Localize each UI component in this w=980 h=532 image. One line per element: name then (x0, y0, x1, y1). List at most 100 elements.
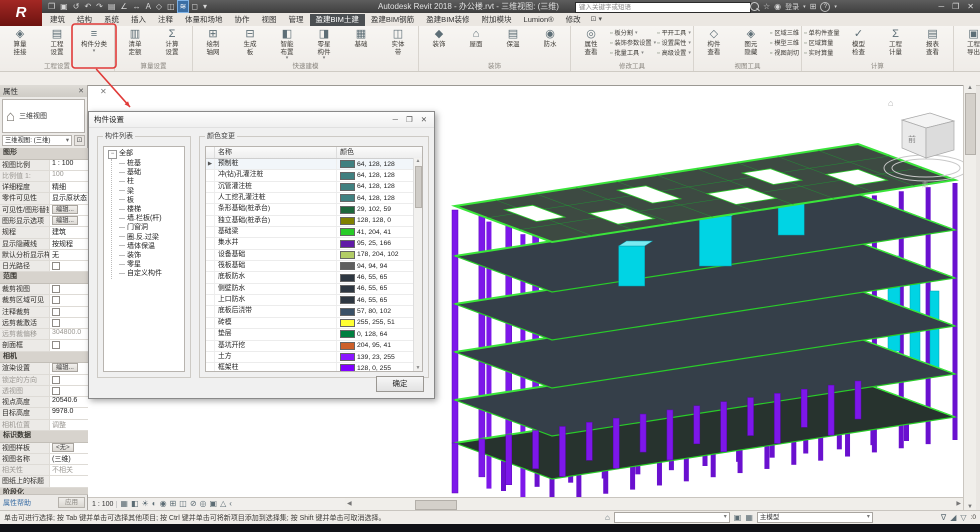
foundation-button[interactable]: ▦基础 (343, 27, 379, 49)
color-table-row[interactable]: 筏板基础94, 94, 94 (206, 261, 422, 272)
quantity-link-button[interactable]: ◈算量挂接 (2, 27, 38, 56)
checkbox[interactable] (52, 296, 60, 304)
tab-盈建BIM装修[interactable]: 盈建BIM装修 (420, 14, 475, 26)
close-button[interactable]: ✕ (967, 2, 974, 11)
color-table-row[interactable]: 独立基础(桩承台)128, 128, 0 (206, 216, 422, 227)
tab-盈建BIM钢筋[interactable]: 盈建BIM钢筋 (365, 14, 420, 26)
checkbox[interactable] (52, 376, 60, 384)
prop-value[interactable]: 20540.6 (50, 397, 88, 407)
view-section-item[interactable]: ▫视图剖切 (770, 49, 799, 58)
visual-style-icon[interactable]: ◧ (131, 498, 139, 510)
prop-value[interactable]: 9978.0 (50, 408, 88, 418)
dialog-minimize-icon[interactable]: ─ (393, 115, 398, 124)
print-icon[interactable]: ▤ (106, 1, 118, 12)
color-table-row[interactable]: 框架柱128, 0, 255 (206, 363, 422, 372)
prop-value[interactable] (50, 295, 88, 305)
edit-type-button[interactable]: ⊡ (74, 135, 85, 146)
tab-管理[interactable]: 管理 (283, 14, 310, 26)
press-drag-icon[interactable]: ◢ (950, 513, 956, 522)
qat-customize-icon[interactable]: ▾ (201, 1, 209, 12)
prop-value[interactable]: 按规程 (50, 239, 88, 249)
text-icon[interactable]: A (144, 1, 153, 12)
signin-caret-icon[interactable]: ▾ (803, 4, 806, 10)
redo-icon[interactable]: ↷ (94, 1, 105, 12)
checkbox[interactable] (52, 308, 60, 316)
undo-icon[interactable]: ↶ (82, 1, 93, 12)
design-option-select[interactable]: 主模型▾ (757, 512, 873, 523)
shadows-icon[interactable]: ◐ (152, 498, 157, 510)
vertical-scrollbar[interactable]: ▲ ▼ (963, 85, 976, 510)
editable-only-icon[interactable]: ▣ (734, 513, 742, 522)
help-caret-icon[interactable]: ▾ (834, 4, 837, 10)
model-check-button[interactable]: ✓模型检查 (841, 27, 877, 56)
tab-注释[interactable]: 注释 (152, 14, 179, 26)
edit-button[interactable]: <无> (52, 443, 74, 452)
exchange-apps-icon[interactable]: ⊞ (810, 2, 817, 11)
adv-settings-item[interactable]: ▫高级设置▾ (657, 49, 691, 58)
prop-value[interactable]: 建筑 (50, 227, 88, 237)
sync-icon[interactable]: ↺ (71, 1, 82, 12)
analytical-model-icon[interactable]: △ (220, 498, 226, 510)
ok-button[interactable]: 确定 (376, 376, 424, 392)
filter-icon[interactable]: ▽ (960, 513, 966, 522)
color-column-header[interactable]: 颜色 (337, 147, 422, 158)
draw-grid-button[interactable]: ⊞绘制轴网 (195, 27, 231, 56)
view-scale-button[interactable]: 1 : 100 (92, 501, 117, 508)
prop-value[interactable]: 编辑... (50, 205, 88, 215)
component-tree[interactable]: −全部桩基基础柱梁板楼梯墙.栏板(杆)门窗洞圈.反.过梁墙体保温装饰零星自定义构… (103, 146, 185, 372)
generate-slab-button[interactable]: ⊟生成板 (232, 27, 268, 56)
prop-value[interactable]: 显示原状态 (50, 193, 88, 203)
realtime-qty-item[interactable]: ▫实时算量 (804, 49, 839, 58)
section-icon[interactable]: ◫ (165, 1, 177, 12)
property-view-button[interactable]: ◎属性查看 (573, 27, 609, 56)
color-table-row[interactable]: 设备基础178, 204, 102 (206, 250, 422, 261)
dialog-close-icon[interactable]: ✕ (421, 115, 427, 124)
sun-path-icon[interactable]: ☀ (142, 498, 149, 510)
region-3d-item[interactable]: ▫区域三维 (770, 29, 799, 38)
checkbox[interactable] (52, 285, 60, 293)
star-icon[interactable]: ☆ (763, 2, 770, 11)
vertical-scroll-thumb[interactable] (965, 93, 976, 155)
color-table-row[interactable]: 基坑开挖204, 95, 41 (206, 341, 422, 352)
apply-button[interactable]: 应用 (58, 497, 85, 508)
prop-value[interactable]: 无 (50, 250, 88, 260)
scroll-right-icon[interactable]: ▶ (956, 500, 961, 507)
color-table-row[interactable]: 底板后浇带57, 80, 102 (206, 306, 422, 317)
close-hidden-windows-icon[interactable]: ◻ (189, 1, 200, 12)
save-icon[interactable]: ▣ (58, 1, 70, 12)
color-table-row[interactable]: 冲(钻)孔灌注桩64, 128, 128 (206, 170, 422, 181)
tree-item-零星[interactable]: 零星 (112, 260, 184, 269)
help-button[interactable]: ? (820, 2, 830, 12)
waterproof-button[interactable]: ◉防水 (532, 27, 568, 49)
tree-item-门窗洞[interactable]: 门窗洞 (112, 223, 184, 232)
tree-item-基础[interactable]: 基础 (112, 168, 184, 177)
signin-button[interactable]: 登录 (785, 2, 799, 12)
tree-item-板[interactable]: 板 (112, 196, 184, 205)
tab-修改[interactable]: 修改 (560, 14, 587, 26)
reveal-hidden-icon[interactable]: ◎ (200, 498, 207, 510)
table-scrollbar[interactable]: ▲▼ (413, 158, 422, 371)
decor-param-item[interactable]: ▫装饰参数设置▾ (610, 39, 656, 48)
project-settings-button[interactable]: ▤工程设置 (39, 27, 75, 56)
open-icon[interactable]: ❐ (46, 1, 57, 12)
project-calc-button[interactable]: Σ工程计量 (878, 27, 914, 56)
tree-item-楼梯[interactable]: 楼梯 (112, 205, 184, 214)
tab-视图[interactable]: 视图 (256, 14, 283, 26)
element-hide-button[interactable]: ◈图元隐藏 (733, 27, 769, 56)
insulation-button[interactable]: ▤保温 (495, 27, 531, 49)
prop-value[interactable]: <无> (50, 443, 88, 453)
user-icon[interactable]: ◉ (774, 2, 781, 11)
report-view-button[interactable]: ▤报表查看 (915, 27, 951, 56)
prop-value[interactable]: 调整 (50, 420, 88, 430)
ribbon-collapse-icon[interactable]: ⊡ ▾ (587, 14, 606, 26)
color-table-row[interactable]: 上口防水46, 55, 65 (206, 295, 422, 306)
color-table-row[interactable]: 基础梁41, 204, 41 (206, 227, 422, 238)
edit-button[interactable]: 编辑... (52, 205, 78, 214)
tab-附加模块[interactable]: 附加模块 (476, 14, 518, 26)
misc-component-button[interactable]: ◨零星构件▾ (306, 27, 342, 61)
measure-icon[interactable]: ∠ (118, 1, 129, 12)
swing-tools-item[interactable]: ▫平开工具▾ (657, 29, 691, 38)
prop-value[interactable]: 1 : 100 (50, 160, 88, 170)
properties-close-icon[interactable]: ✕ (78, 87, 84, 95)
set-property-item[interactable]: ▫设置属性▾ (657, 39, 691, 48)
